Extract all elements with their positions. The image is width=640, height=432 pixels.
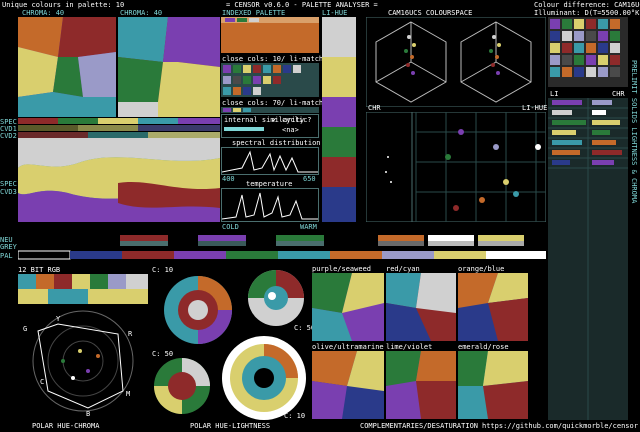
- comp-label-1: purple/seaweed: [312, 265, 372, 273]
- cyclic-label: cyclic?: [282, 116, 312, 124]
- c10-a-label: C: 10: [152, 266, 174, 274]
- polar-hue-lightness-label: POLAR HUE-LIGHTNESS: [190, 422, 271, 430]
- hue-letter-g: G: [23, 325, 27, 333]
- warm-label: WARM: [300, 223, 317, 231]
- li-hue-label: LI-HUE: [522, 104, 548, 112]
- comp-lime-violet: [386, 351, 456, 419]
- chroma-voronoi-left: [18, 17, 116, 117]
- similarity-bar: [224, 127, 264, 131]
- unique-colours-label: Unique colours in palette: 10: [2, 1, 125, 9]
- bit12-swatches: [18, 274, 148, 304]
- chroma-left-label: CHROMA: 40: [22, 9, 65, 17]
- hue-lightness-ring-4: [222, 336, 306, 420]
- comp-orange-blue: [458, 273, 528, 341]
- chroma-right-label: CHROMA: 40: [120, 9, 163, 17]
- grey-label: GREY: [0, 243, 17, 251]
- temperature-label: temperature: [246, 180, 293, 188]
- app-title: = CENSOR v0.6.0 - PALETTE ANALYSER =: [226, 1, 378, 9]
- hue-lightness-ring-3: [154, 358, 210, 414]
- similarity-box: internal similarity ✔ cyclic? <na>: [221, 114, 319, 138]
- spectrum-strips: [18, 118, 220, 138]
- cam16ucs-plots: [366, 17, 546, 107]
- cold-label: COLD: [222, 223, 239, 231]
- illuminant-label: Illuminant: D(T=5500.00°K): [534, 9, 640, 17]
- pal-label: PAL: [0, 252, 13, 260]
- close-cols-1-label: close cols: 10/ li-match: [222, 55, 324, 63]
- spectral-label: spectral distribution: [232, 139, 321, 147]
- temperature-plot: [221, 188, 319, 222]
- chr-label: CHR: [612, 90, 625, 98]
- spectrum-bands: [18, 138, 220, 222]
- close-cols-2-label: close cols: 70/ li-match: [222, 99, 324, 107]
- comp-label-5: lime/violet: [386, 343, 433, 351]
- neutral-grey-palette-bars: [18, 235, 546, 260]
- chr-small-label: CHR: [368, 104, 381, 112]
- lightness-chroma-bars: [548, 98, 628, 420]
- cvd2-label: CVD2: [0, 132, 17, 140]
- li-label: LI: [550, 90, 559, 98]
- spectral-min: 400: [222, 175, 235, 183]
- colour-difference-label: Colour difference: CAM16UCS: [534, 1, 640, 9]
- comp-red-cyan: [386, 273, 456, 341]
- check-icon: ✔: [272, 116, 277, 124]
- bit12-label: 12 BIT RGB: [18, 266, 61, 274]
- spectral-plot: [221, 147, 319, 175]
- github-link[interactable]: https://github.com/quickmorble/censor: [482, 422, 638, 430]
- hue-letter-m: M: [126, 390, 130, 398]
- cam16ucs-label: CAM16UCS COLOURSPACE: [388, 9, 473, 17]
- comp-label-2: red/cyan: [386, 265, 420, 273]
- close-cols-1-grid: [221, 63, 319, 97]
- li-hue-top-label: LI-HUE: [322, 9, 348, 17]
- indexed-palette-grid: [221, 17, 319, 53]
- li-hue-strip: [322, 17, 356, 222]
- hue-letter-r: R: [128, 330, 133, 338]
- polar-hue-chroma-label: POLAR HUE-CHROMA: [32, 422, 100, 430]
- hue-lightness-ring-2: [248, 270, 304, 326]
- polar-hue-chroma: G Y R M B C: [23, 310, 134, 416]
- hue-letter-c: C: [40, 378, 44, 386]
- li-hue-scatter: [366, 112, 546, 222]
- comp-label-3: orange/blue: [458, 265, 505, 273]
- close-cols-2-strip: [221, 107, 319, 113]
- comp-emerald-rose: [458, 351, 528, 419]
- cvd3-label: CVD3: [0, 188, 17, 196]
- comp-label-4: olive/ultramarine: [312, 343, 384, 351]
- hue-letter-b: B: [86, 410, 90, 416]
- comp-label-6: emerald/rose: [458, 343, 509, 351]
- complementaries-label: COMPLEMENTARIES/DESATURATION: [360, 422, 479, 430]
- spectral-max: 650: [303, 175, 316, 183]
- indexed-palette-label: INDEXED PALETTE: [222, 9, 286, 17]
- spec2-label: SPEC: [0, 180, 17, 188]
- chroma-voronoi-right: [118, 17, 220, 117]
- palette-swatch-grid[interactable]: [548, 17, 628, 87]
- comp-purple-seaweed: [312, 273, 384, 341]
- na-label: <na>: [282, 126, 299, 134]
- side-vertical-label: PRELIMIT SOLIDS LIGHTNESS & CHROMA: [630, 60, 638, 204]
- comp-olive-ultramarine: [312, 351, 384, 419]
